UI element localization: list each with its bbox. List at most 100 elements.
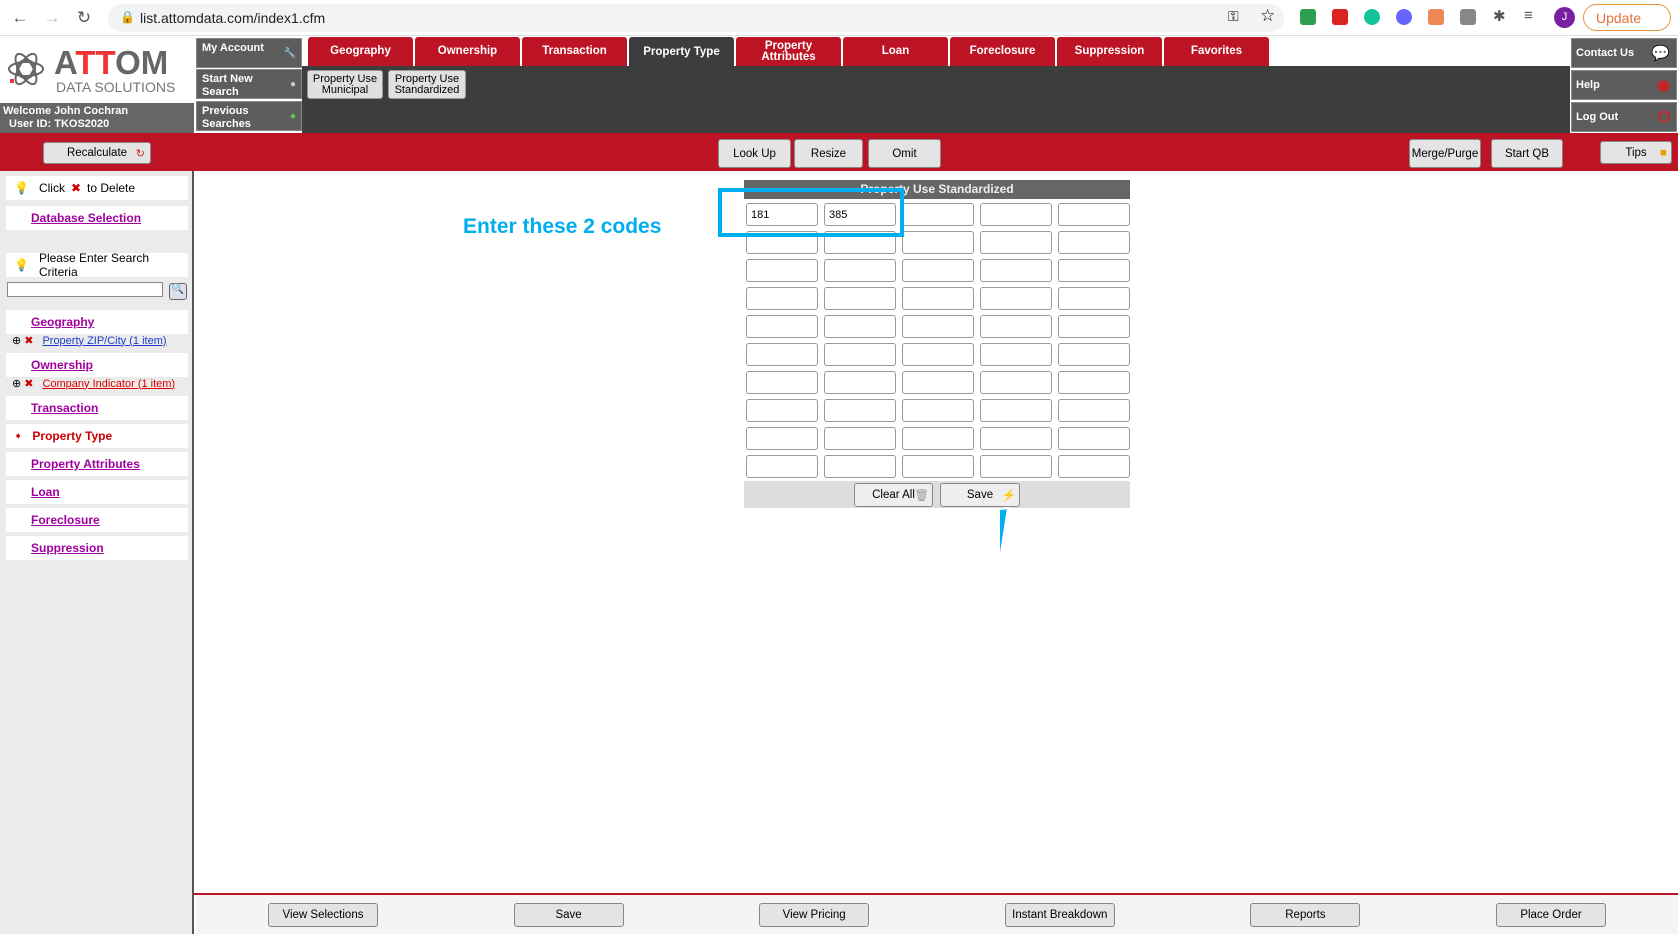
search-button[interactable]: 🔍 — [169, 283, 187, 300]
expand-icon[interactable]: ⊕ — [12, 377, 21, 390]
start-qb-button[interactable]: Start QB — [1491, 139, 1563, 168]
code-input[interactable] — [824, 371, 896, 394]
code-input[interactable] — [980, 259, 1052, 282]
database-selection-item[interactable]: Database Selection — [6, 206, 188, 230]
code-input[interactable] — [980, 455, 1052, 478]
code-input[interactable] — [980, 427, 1052, 450]
contact-us-button[interactable]: Contact Us 💬 — [1571, 38, 1677, 68]
reload-icon[interactable]: ↻ — [74, 8, 94, 28]
code-input[interactable] — [902, 315, 974, 338]
code-input[interactable] — [824, 287, 896, 310]
tips-button[interactable]: Tips ■ — [1600, 141, 1672, 164]
code-input[interactable] — [980, 315, 1052, 338]
forward-icon[interactable]: → — [42, 8, 62, 28]
sidebar-item-link[interactable]: Ownership — [31, 358, 93, 372]
code-input[interactable] — [902, 427, 974, 450]
code-input[interactable] — [1058, 427, 1130, 450]
code-input[interactable] — [980, 203, 1052, 226]
sidebar-item-property-type[interactable]: ➧ Property Type — [6, 424, 188, 448]
tab-favorites[interactable]: Favorites — [1164, 37, 1269, 66]
company-indicator-link[interactable]: Company Indicator (1 item) — [42, 378, 175, 390]
drive-extension-icon[interactable] — [1300, 9, 1316, 25]
code-input[interactable] — [902, 371, 974, 394]
bottom-view-pricing-button[interactable]: View Pricing — [759, 903, 870, 927]
puzzle-icon[interactable]: ✱ — [1493, 7, 1506, 25]
sidebar-item-link[interactable]: Suppression — [31, 541, 104, 555]
bottom-view-selections-button[interactable]: View Selections — [268, 903, 378, 927]
tab-ownership[interactable]: Ownership — [415, 37, 520, 66]
database-selection-link[interactable]: Database Selection — [31, 211, 141, 225]
code-input[interactable] — [902, 343, 974, 366]
code-input[interactable] — [902, 203, 974, 226]
code-input[interactable] — [902, 455, 974, 478]
sidebar-item-geography[interactable]: Geography — [6, 310, 188, 334]
subtab-property-use-standardized[interactable]: Property Use Standardized — [388, 70, 466, 99]
url-text[interactable]: list.attomdata.com/index1.cfm — [140, 10, 325, 26]
code-input[interactable] — [1058, 231, 1130, 254]
code-input[interactable] — [824, 455, 896, 478]
property-zip-city-link[interactable]: Property ZIP/City (1 item) — [42, 335, 166, 347]
code-input[interactable] — [980, 343, 1052, 366]
key-icon[interactable]: ⚿ — [1228, 8, 1239, 25]
code-input[interactable] — [824, 259, 896, 282]
code-input[interactable] — [902, 259, 974, 282]
geography-sub-item[interactable]: ⊕ ✖ Property ZIP/City (1 item) — [12, 334, 167, 348]
media-icon[interactable]: ≡ — [1524, 7, 1533, 24]
criteria-search-input[interactable] — [7, 282, 163, 297]
sidebar-item-foreclosure[interactable]: Foreclosure — [6, 508, 188, 532]
expand-icon[interactable]: ⊕ — [12, 334, 21, 347]
attom-logo[interactable]: ATTOM DATA SOLUTIONS — [0, 36, 194, 103]
sidebar-item-link[interactable]: Transaction — [31, 401, 98, 415]
ownership-sub-item[interactable]: ⊕ ✖ Company Indicator (1 item) — [12, 377, 175, 391]
start-new-search-button[interactable]: Start New Search ● — [196, 69, 302, 99]
omit-button[interactable]: Omit — [868, 139, 941, 168]
sidebar-item-ownership[interactable]: Ownership — [6, 353, 188, 377]
code-input[interactable] — [980, 231, 1052, 254]
code-input[interactable] — [902, 231, 974, 254]
extension-icon[interactable] — [1332, 9, 1348, 25]
back-icon[interactable]: ← — [10, 8, 30, 28]
code-input[interactable] — [746, 427, 818, 450]
sidebar-item-transaction[interactable]: Transaction — [6, 396, 188, 420]
sidebar-item-link[interactable]: Geography — [31, 315, 94, 329]
look-up-button[interactable]: Look Up — [718, 139, 791, 168]
code-input[interactable] — [1058, 343, 1130, 366]
tab-property-type[interactable]: Property Type — [629, 37, 734, 67]
sidebar-item-link[interactable]: Foreclosure — [31, 513, 100, 527]
code-input[interactable] — [1058, 203, 1130, 226]
code-input[interactable] — [1058, 455, 1130, 478]
code-input[interactable] — [1058, 371, 1130, 394]
sidebar-item-property-attributes[interactable]: Property Attributes — [6, 452, 188, 476]
log-out-button[interactable]: Log Out ⏻ — [1571, 102, 1677, 132]
profile-avatar[interactable]: J — [1554, 7, 1575, 28]
code-input[interactable] — [746, 343, 818, 366]
code-input[interactable] — [746, 315, 818, 338]
recalculate-button[interactable]: Recalculate ↻ — [43, 142, 151, 164]
code-input[interactable] — [902, 399, 974, 422]
merge-purge-button[interactable]: Merge/Purge — [1409, 139, 1481, 168]
bottom-save-button[interactable]: Save — [513, 903, 624, 927]
code-input[interactable] — [1058, 399, 1130, 422]
extension-icon[interactable] — [1396, 9, 1412, 25]
previous-searches-button[interactable]: Previous Searches ● — [196, 101, 302, 131]
tab-geography[interactable]: Geography — [308, 37, 413, 66]
sidebar-item-suppression[interactable]: Suppression — [6, 536, 188, 560]
extension-icon[interactable] — [1428, 9, 1444, 25]
code-input[interactable] — [980, 399, 1052, 422]
clear-all-button[interactable]: Clear All 🗑 — [854, 483, 933, 507]
code-input[interactable] — [1058, 315, 1130, 338]
code-input[interactable] — [1058, 259, 1130, 282]
code-input[interactable] — [902, 287, 974, 310]
code-input[interactable] — [1058, 287, 1130, 310]
code-input[interactable] — [746, 287, 818, 310]
code-input[interactable] — [824, 315, 896, 338]
bottom-instant-breakdown-button[interactable]: Instant Breakdown — [1004, 903, 1115, 927]
extension-icon[interactable] — [1460, 9, 1476, 25]
delete-icon[interactable]: ✖ — [24, 334, 33, 347]
delete-icon[interactable]: ✖ — [24, 377, 33, 390]
code-input[interactable] — [746, 371, 818, 394]
resize-button[interactable]: Resize — [794, 139, 863, 168]
subtab-property-use-municipal[interactable]: Property Use Municipal — [307, 70, 383, 99]
code-input[interactable] — [824, 343, 896, 366]
code-input[interactable] — [980, 287, 1052, 310]
